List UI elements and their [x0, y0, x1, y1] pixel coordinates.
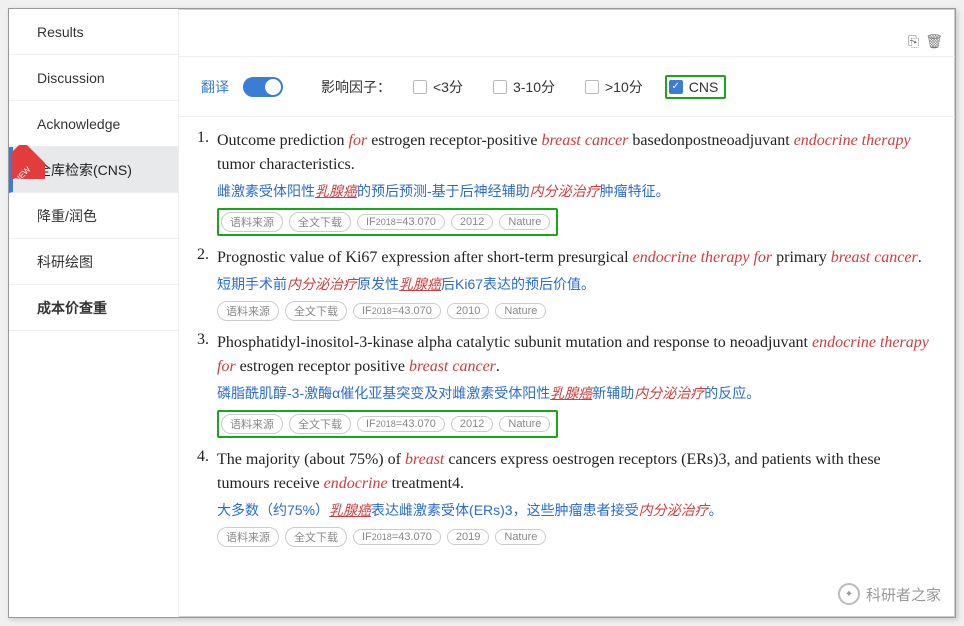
results-list: 1.Outcome prediction for estrogen recept…	[179, 117, 955, 617]
filter-cns-label: CNS	[689, 79, 719, 95]
sidebar-item-6[interactable]: 成本价查重	[9, 285, 178, 331]
filter-gt10[interactable]: >10分	[577, 73, 651, 101]
year-badge[interactable]: 2010	[447, 303, 489, 319]
journal-badge[interactable]: Nature	[495, 529, 546, 545]
year-badge[interactable]: 2012	[451, 214, 493, 230]
toolbar-icons: ⎘ 🗑	[908, 33, 943, 50]
impact-factor-badge[interactable]: IF2018=43.070	[353, 529, 441, 545]
sidebar-item-3[interactable]: 全库检索(CNS)NEW	[9, 147, 178, 193]
sidebar-item-0[interactable]: Results	[9, 9, 178, 55]
filter-cns[interactable]: CNS	[665, 75, 727, 99]
checkbox-icon	[585, 80, 599, 94]
result-body: Outcome prediction for estrogen receptor…	[217, 129, 935, 236]
fulltext-badge[interactable]: 全文下载	[289, 212, 351, 232]
result-translation: 磷脂酰肌醇-3-激酶α催化亚基突变及对雌激素受体阳性乳腺癌新辅助内分泌治疗的反应…	[217, 383, 935, 404]
delete-icon[interactable]: 🗑	[925, 33, 943, 50]
sidebar-item-4[interactable]: 降重/润色	[9, 193, 178, 239]
result-item: 2.Prognostic value of Ki67 expression af…	[187, 240, 935, 325]
source-badge[interactable]: 语料来源	[221, 414, 283, 434]
result-badges: 语料来源全文下载 IF2018=43.070 2010 Nature	[217, 301, 935, 321]
sidebar: ResultsDiscussionAcknowledge全库检索(CNS)NEW…	[9, 9, 179, 617]
year-badge[interactable]: 2019	[447, 529, 489, 545]
result-title[interactable]: Phosphatidyl-inositol-3-kinase alpha cat…	[217, 331, 935, 379]
main-panel: ⎘ 🗑 翻译 影响因子： <3分 3-10分 >10分 CNS	[179, 9, 955, 617]
result-badges: 语料来源全文下载 IF2018=43.070 2012 Nature	[217, 208, 558, 236]
app-frame: ResultsDiscussionAcknowledge全库检索(CNS)NEW…	[8, 8, 956, 618]
filter-3-10[interactable]: 3-10分	[485, 73, 563, 101]
journal-badge[interactable]: Nature	[495, 303, 546, 319]
result-title[interactable]: Outcome prediction for estrogen receptor…	[217, 129, 935, 177]
sidebar-item-2[interactable]: Acknowledge	[9, 101, 178, 147]
filter-row: 翻译 影响因子： <3分 3-10分 >10分 CNS	[179, 57, 955, 117]
result-title[interactable]: The majority (about 75%) of breast cance…	[217, 448, 935, 496]
result-item: 4.The majority (about 75%) of breast can…	[187, 442, 935, 551]
fulltext-badge[interactable]: 全文下载	[285, 527, 347, 547]
impact-factor-label: 影响因子：	[321, 77, 391, 97]
checkbox-icon	[493, 80, 507, 94]
result-body: Prognostic value of Ki67 expression afte…	[217, 246, 935, 321]
checkbox-icon	[669, 80, 683, 94]
result-item: 3.Phosphatidyl-inositol-3-kinase alpha c…	[187, 325, 935, 442]
journal-badge[interactable]: Nature	[499, 214, 550, 230]
source-badge[interactable]: 语料来源	[217, 301, 279, 321]
result-translation: 雌激素受体阳性乳腺癌的预后预测-基于后神经辅助内分泌治疗肿瘤特征。	[217, 181, 935, 202]
impact-factor-badge[interactable]: IF2018=43.070	[357, 214, 445, 230]
result-item: 1.Outcome prediction for estrogen recept…	[187, 123, 935, 240]
source-badge[interactable]: 语料来源	[217, 527, 279, 547]
filter-3-10-label: 3-10分	[513, 77, 555, 97]
checkbox-icon	[413, 80, 427, 94]
filter-lt3[interactable]: <3分	[405, 73, 471, 101]
sidebar-item-1[interactable]: Discussion	[9, 55, 178, 101]
year-badge[interactable]: 2012	[451, 416, 493, 432]
impact-factor-badge[interactable]: IF2018=43.070	[357, 416, 445, 432]
top-blank-bar: ⎘ 🗑	[179, 9, 955, 57]
result-number: 2.	[187, 246, 217, 321]
result-number: 3.	[187, 331, 217, 438]
result-number: 1.	[187, 129, 217, 236]
result-translation: 大多数（约75%）乳腺癌表达雌激素受体(ERs)3，这些肿瘤患者接受内分泌治疗。	[217, 500, 935, 521]
fulltext-badge[interactable]: 全文下载	[289, 414, 351, 434]
result-badges: 语料来源全文下载 IF2018=43.070 2019 Nature	[217, 527, 935, 547]
impact-factor-badge[interactable]: IF2018=43.070	[353, 303, 441, 319]
new-ribbon: NEW	[11, 145, 45, 179]
copy-icon[interactable]: ⎘	[908, 33, 919, 50]
filter-lt3-label: <3分	[433, 77, 463, 97]
sidebar-item-5[interactable]: 科研绘图	[9, 239, 178, 285]
fulltext-badge[interactable]: 全文下载	[285, 301, 347, 321]
result-translation: 短期手术前内分泌治疗原发性乳腺癌后Ki67表达的预后价值。	[217, 274, 935, 295]
result-number: 4.	[187, 448, 217, 547]
filter-gt10-label: >10分	[605, 77, 643, 97]
result-title[interactable]: Prognostic value of Ki67 expression afte…	[217, 246, 935, 270]
source-badge[interactable]: 语料来源	[221, 212, 283, 232]
journal-badge[interactable]: Nature	[499, 416, 550, 432]
result-body: Phosphatidyl-inositol-3-kinase alpha cat…	[217, 331, 935, 438]
translate-toggle[interactable]	[243, 77, 283, 97]
result-badges: 语料来源全文下载 IF2018=43.070 2012 Nature	[217, 410, 558, 438]
result-body: The majority (about 75%) of breast cance…	[217, 448, 935, 547]
translate-label: 翻译	[201, 77, 229, 97]
